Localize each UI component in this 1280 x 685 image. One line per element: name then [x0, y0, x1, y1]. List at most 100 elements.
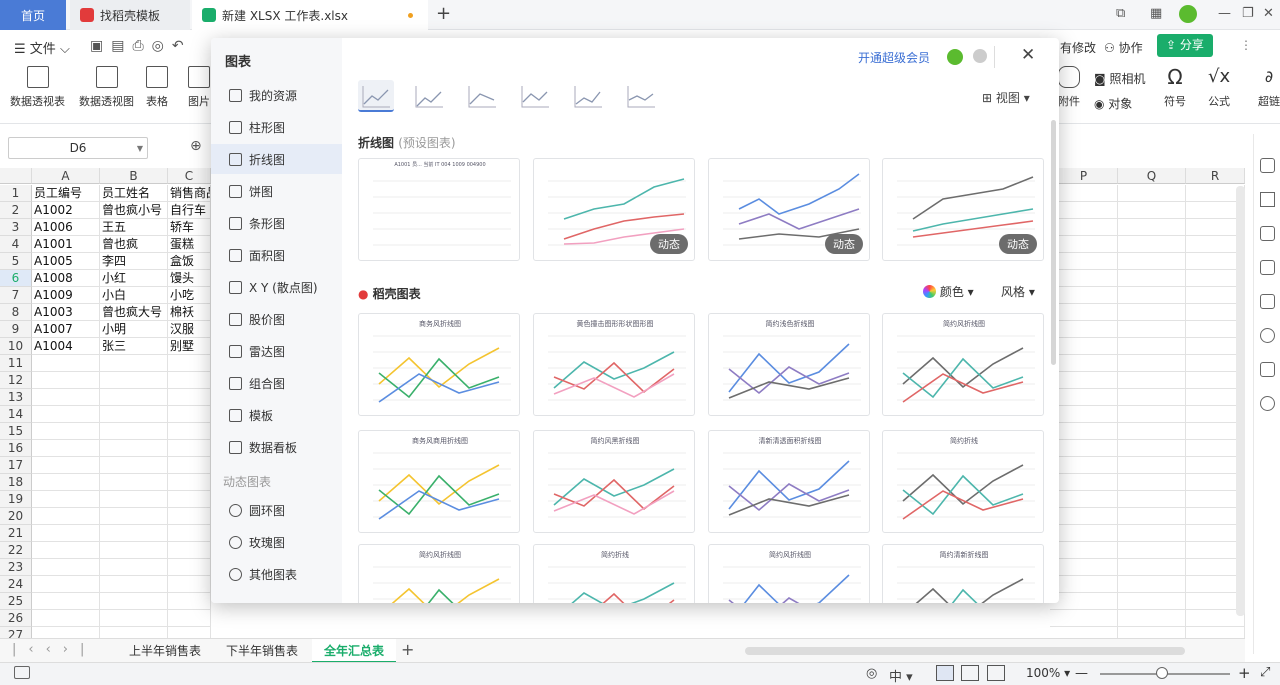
- rocket-icon[interactable]: [1260, 158, 1275, 173]
- name-box[interactable]: D6 ▼: [8, 137, 148, 159]
- table-cell[interactable]: [1050, 627, 1118, 638]
- sheet-tab-active[interactable]: 全年汇总表: [312, 639, 396, 663]
- table-cell[interactable]: A1009: [32, 287, 100, 304]
- row-header[interactable]: 5: [0, 253, 32, 270]
- table-cell[interactable]: [100, 576, 168, 593]
- picture-button[interactable]: 图片: [188, 66, 210, 109]
- table-cell[interactable]: [1050, 389, 1118, 406]
- row-header[interactable]: 12: [0, 372, 32, 389]
- chart-template-card[interactable]: 简约风折线图: [358, 544, 520, 603]
- table-cell[interactable]: [168, 355, 211, 372]
- tool-icon[interactable]: [1260, 294, 1275, 309]
- table-cell[interactable]: 汉服: [168, 321, 211, 338]
- row-header[interactable]: 15: [0, 423, 32, 440]
- sidebar-item-chart-type[interactable]: 折线图: [211, 144, 342, 174]
- table-cell[interactable]: [1118, 253, 1186, 270]
- table-cell[interactable]: [1050, 423, 1118, 440]
- share-button[interactable]: ⇪ 分享: [1157, 34, 1213, 57]
- horizontal-scrollbar[interactable]: [745, 647, 1185, 655]
- row-header[interactable]: 24: [0, 576, 32, 593]
- table-cell[interactable]: 曾也疯: [100, 236, 168, 253]
- quick-access-icons[interactable]: ▣▤⎙◎↶: [90, 38, 192, 54]
- table-cell[interactable]: [1050, 457, 1118, 474]
- table-cell[interactable]: [1118, 355, 1186, 372]
- table-cell[interactable]: [168, 525, 211, 542]
- column-header[interactable]: A: [32, 168, 100, 184]
- symbol-button[interactable]: Ω 符号: [1164, 66, 1186, 109]
- tab-template[interactable]: 找稻壳模板: [70, 0, 190, 30]
- table-cell[interactable]: 馒头: [168, 270, 211, 287]
- table-cell[interactable]: [1118, 423, 1186, 440]
- table-cell[interactable]: [1118, 508, 1186, 525]
- table-cell[interactable]: 小吃: [168, 287, 211, 304]
- close-window-icon[interactable]: ✕: [1263, 6, 1274, 21]
- normal-view-icon[interactable]: [936, 665, 954, 681]
- table-cell[interactable]: [100, 593, 168, 610]
- table-cell[interactable]: [32, 355, 100, 372]
- table-cell[interactable]: 张三: [100, 338, 168, 355]
- sidebar-item-chart-type[interactable]: 组合图: [211, 368, 342, 398]
- chart-template-card[interactable]: 商务风商用折线图: [358, 430, 520, 533]
- column-header[interactable]: B: [100, 168, 168, 184]
- table-cell[interactable]: [1050, 372, 1118, 389]
- row-header[interactable]: 1: [0, 185, 32, 202]
- color-dropdown[interactable]: 颜色 ▾: [923, 283, 974, 300]
- table-cell[interactable]: [100, 355, 168, 372]
- table-cell[interactable]: [1118, 287, 1186, 304]
- sidebar-item-chart-type[interactable]: 饼图: [211, 176, 342, 206]
- sidebar-item-chart-type[interactable]: 我的资源: [211, 80, 342, 110]
- table-cell[interactable]: [32, 474, 100, 491]
- chart-template-card[interactable]: 动态: [708, 158, 870, 261]
- table-cell[interactable]: [168, 389, 211, 406]
- chart-template-card[interactable]: 清新清透面积折线图: [708, 430, 870, 533]
- table-cell[interactable]: [100, 610, 168, 627]
- chart-template-card[interactable]: 简约折线: [533, 544, 695, 603]
- table-cell[interactable]: [1118, 389, 1186, 406]
- column-header[interactable]: P: [1050, 168, 1118, 184]
- file-menu[interactable]: ☰ 文件 ⌵: [14, 38, 70, 57]
- chart-template-card[interactable]: 商务风折线图: [358, 313, 520, 416]
- table-cell[interactable]: A1001: [32, 236, 100, 253]
- page-layout-icon[interactable]: [961, 665, 979, 681]
- column-header[interactable]: Q: [1118, 168, 1186, 184]
- line-subtype-icon[interactable]: [623, 80, 659, 112]
- table-cell[interactable]: [100, 491, 168, 508]
- table-cell[interactable]: A1002: [32, 202, 100, 219]
- table-cell[interactable]: [1118, 270, 1186, 287]
- table-cell[interactable]: [1050, 355, 1118, 372]
- chart-template-card[interactable]: 动态: [533, 158, 695, 261]
- table-cell[interactable]: [32, 525, 100, 542]
- table-cell[interactable]: 盒饭: [168, 253, 211, 270]
- window-layout-icon[interactable]: ⧉: [1116, 6, 1125, 21]
- chart-template-card[interactable]: 简约风黑折线图: [533, 430, 695, 533]
- row-header[interactable]: 18: [0, 474, 32, 491]
- table-cell[interactable]: [1050, 440, 1118, 457]
- table-cell[interactable]: 员工姓名: [100, 185, 168, 202]
- table-cell[interactable]: [1050, 610, 1118, 627]
- table-cell[interactable]: [168, 542, 211, 559]
- table-cell[interactable]: 员工编号: [32, 185, 100, 202]
- table-cell[interactable]: 小红: [100, 270, 168, 287]
- dialog-scrollbar[interactable]: [1051, 120, 1056, 365]
- table-cell[interactable]: [1050, 185, 1118, 202]
- table-cell[interactable]: [168, 610, 211, 627]
- formula-button[interactable]: √x 公式: [1208, 66, 1230, 109]
- table-cell[interactable]: [1118, 236, 1186, 253]
- row-header[interactable]: 16: [0, 440, 32, 457]
- table-cell[interactable]: [168, 627, 211, 638]
- chart-template-card[interactable]: A1001 员... 当前 IT 004 1009 004900: [358, 158, 520, 261]
- more-icon[interactable]: ⋮: [1240, 38, 1252, 52]
- table-cell[interactable]: 别墅: [168, 338, 211, 355]
- table-cell[interactable]: [1118, 406, 1186, 423]
- apps-grid-icon[interactable]: ▦: [1150, 6, 1162, 21]
- table-cell[interactable]: [1050, 236, 1118, 253]
- table-cell[interactable]: [1118, 627, 1186, 638]
- table-cell[interactable]: 王五: [100, 219, 168, 236]
- close-icon[interactable]: ✕: [1021, 45, 1035, 65]
- table-cell[interactable]: [1118, 593, 1186, 610]
- table-cell[interactable]: [1050, 576, 1118, 593]
- table-cell[interactable]: [32, 593, 100, 610]
- sidebar-item-chart-type[interactable]: 雷达图: [211, 336, 342, 366]
- camera-button[interactable]: ◙ 照相机: [1094, 70, 1145, 87]
- zoom-out-icon[interactable]: —: [1075, 666, 1088, 681]
